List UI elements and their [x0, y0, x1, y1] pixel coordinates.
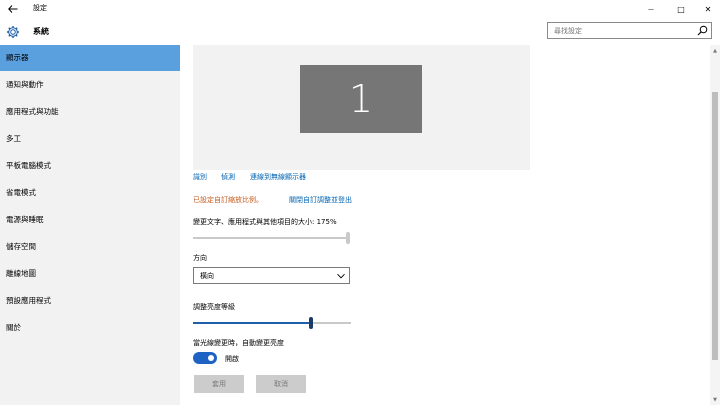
identify-link[interactable]: 識別: [193, 172, 207, 182]
connect-wireless-display-link[interactable]: 連線到無線顯示器: [250, 172, 306, 182]
auto-brightness-state: 開啟: [225, 355, 239, 363]
detect-link[interactable]: 偵測: [221, 172, 235, 182]
chevron-down-icon: [337, 273, 345, 279]
disable-custom-scale-link[interactable]: 關閉自訂調整並登出: [289, 195, 352, 205]
back-arrow-icon: [8, 5, 18, 13]
window-title: 設定: [33, 4, 47, 12]
gear-icon: [7, 26, 19, 38]
custom-scale-notice: 已設定自訂縮放比例。: [193, 196, 263, 204]
title-bar: 設定 — □ ✕: [0, 0, 720, 18]
scale-label: 變更文字、應用程式與其他項目的大小: 175%: [193, 218, 337, 226]
search-box[interactable]: [547, 22, 712, 39]
minimize-button[interactable]: —: [636, 0, 666, 18]
close-icon: ✕: [704, 4, 712, 14]
search-input[interactable]: [548, 23, 694, 38]
search-icon[interactable]: [697, 25, 708, 36]
sidebar-item-multitasking[interactable]: 多工: [0, 126, 180, 152]
sidebar-item-notifications[interactable]: 通知與動作: [0, 72, 180, 98]
monitor-tile[interactable]: 1: [300, 65, 422, 133]
brightness-slider-fill: [193, 322, 311, 324]
maximize-icon: □: [677, 4, 685, 14]
sidebar-item-offline-maps[interactable]: 離線地圖: [0, 261, 180, 287]
sidebar-item-power-sleep[interactable]: 電源與睡眠: [0, 207, 180, 233]
sidebar-item-about[interactable]: 關於: [0, 315, 180, 341]
minimize-icon: —: [648, 5, 654, 13]
auto-brightness-label: 當光線變更時，自動變更亮度: [193, 339, 284, 347]
maximize-button[interactable]: □: [666, 0, 696, 18]
orientation-label: 方向: [193, 254, 207, 262]
toggle-knob: [208, 355, 214, 361]
cancel-button[interactable]: 取消: [256, 375, 306, 393]
orientation-dropdown[interactable]: 橫向: [193, 267, 350, 284]
back-button[interactable]: [2, 0, 24, 18]
sidebar-item-battery-saver[interactable]: 省電模式: [0, 180, 180, 206]
auto-brightness-toggle[interactable]: [193, 352, 217, 364]
page-title: 系統: [33, 27, 49, 36]
scrollbar-thumb[interactable]: [712, 92, 718, 360]
sidebar-item-apps[interactable]: 應用程式與功能: [0, 99, 180, 125]
scroll-up-icon[interactable]: ▲: [710, 46, 720, 56]
brightness-slider-thumb[interactable]: [309, 317, 313, 329]
brightness-label: 調整亮度等級: [193, 303, 235, 311]
scroll-down-icon[interactable]: ▼: [710, 395, 720, 405]
sidebar-item-storage[interactable]: 儲存空間: [0, 234, 180, 260]
apply-button[interactable]: 套用: [194, 375, 244, 393]
sidebar: 顯示器 通知與動作 應用程式與功能 多工 平板電腦模式 省電模式 電源與睡眠 儲…: [0, 45, 180, 405]
scale-slider-track: [193, 237, 349, 239]
sidebar-item-default-apps[interactable]: 預設應用程式: [0, 288, 180, 314]
sidebar-item-tablet-mode[interactable]: 平板電腦模式: [0, 153, 180, 179]
orientation-value: 橫向: [200, 272, 214, 280]
close-button[interactable]: ✕: [693, 0, 720, 18]
scale-slider-thumb[interactable]: [346, 232, 350, 244]
sidebar-item-display[interactable]: 顯示器: [0, 45, 180, 71]
